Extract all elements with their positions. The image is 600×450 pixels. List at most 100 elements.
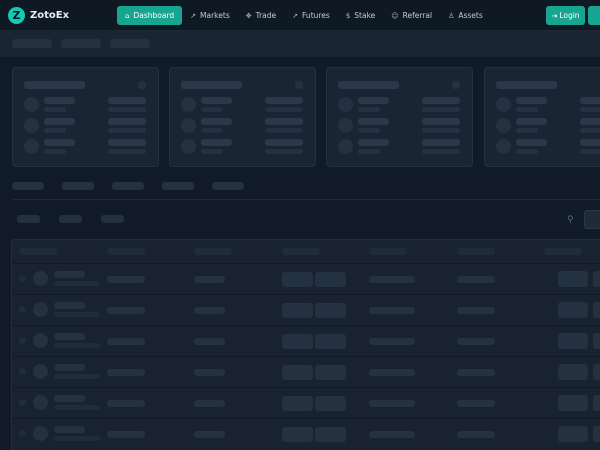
tabs-divider [12, 199, 600, 200]
skeleton-coin-icon [33, 271, 48, 286]
skeleton-cell [457, 338, 495, 345]
users-icon: ☺ [391, 11, 399, 20]
skeleton-cell [194, 338, 225, 345]
nav-item-referral[interactable]: ☺ Referral [383, 6, 440, 25]
nav-item-markets[interactable]: ↗ Markets [182, 6, 238, 25]
nav-label: Dashboard [133, 11, 175, 20]
skeleton-chart [282, 334, 313, 349]
skeleton-text [201, 97, 232, 104]
skeleton-favorite-icon[interactable] [19, 275, 26, 282]
skeleton-favorite-icon[interactable] [19, 430, 26, 437]
skeleton-tab[interactable] [62, 182, 94, 190]
skeleton-chart [282, 272, 313, 287]
skeleton-text [422, 97, 460, 104]
skeleton-action-button[interactable] [558, 426, 588, 442]
skeleton-text [54, 374, 100, 379]
skeleton-card-title [496, 81, 557, 89]
skeleton-action-button[interactable] [593, 395, 600, 411]
skeleton-text [54, 395, 85, 402]
skeleton-chart [315, 365, 346, 380]
trend-icon: ↗ [292, 11, 299, 20]
skeleton-text [54, 436, 100, 441]
skeleton-column-header [457, 248, 495, 255]
skeleton-tab[interactable] [162, 182, 194, 190]
skeleton-text [358, 149, 380, 154]
skeleton-cell [194, 369, 225, 376]
skeleton-column-header [282, 248, 320, 255]
nav-item-futures[interactable]: ↗ Futures [284, 6, 338, 25]
skeleton-action-button[interactable] [593, 302, 600, 318]
skeleton-cell [107, 431, 145, 438]
skeleton-text [265, 118, 303, 125]
skeleton-text [516, 149, 538, 154]
skeleton-cell [194, 307, 225, 314]
skeleton-cell [107, 400, 145, 407]
nav-item-assets[interactable]: ♙ Assets [440, 6, 491, 25]
skeleton-text [108, 97, 146, 104]
skeleton-filter[interactable] [59, 215, 82, 223]
skeleton-text [54, 405, 100, 410]
skeleton-avatar [24, 118, 39, 133]
skeleton-text [358, 118, 389, 125]
filter-button[interactable] [584, 210, 600, 229]
skeleton-icon [295, 81, 303, 89]
skeleton-text [54, 343, 100, 348]
skeleton-text [54, 271, 85, 278]
skeleton-text [580, 128, 600, 133]
skeleton-cell [457, 307, 495, 314]
nav-item-stake[interactable]: $ Stake [338, 6, 383, 25]
skeleton-tab[interactable] [12, 182, 44, 190]
home-icon: ⌂ [125, 11, 130, 20]
nav-label: Markets [200, 11, 230, 20]
skeleton-text [516, 139, 547, 146]
skeleton-text [580, 97, 600, 104]
skeleton-action-button[interactable] [593, 333, 600, 349]
skeleton-coin-icon [33, 364, 48, 379]
skeleton-cell [107, 338, 145, 345]
brand-logo[interactable]: Z ZotoEx [8, 7, 69, 24]
search-icon[interactable]: ⚲ [567, 214, 574, 225]
skeleton-avatar [496, 139, 511, 154]
logo-icon: Z [8, 7, 25, 24]
skeleton-filter[interactable] [17, 215, 40, 223]
skeleton-action-button[interactable] [558, 302, 588, 318]
skeleton-action-button[interactable] [593, 271, 600, 287]
menu-button[interactable] [588, 6, 600, 25]
skeleton-action-button[interactable] [593, 364, 600, 380]
skeleton-chart [315, 334, 346, 349]
skeleton-tab[interactable] [112, 182, 144, 190]
skeleton-breadcrumb [110, 39, 150, 48]
skeleton-action-button[interactable] [558, 364, 588, 380]
skeleton-text [580, 149, 600, 154]
skeleton-favorite-icon[interactable] [19, 368, 26, 375]
skeleton-chart [315, 427, 346, 442]
skeleton-chart [315, 396, 346, 411]
nav-item-trade[interactable]: ✥ Trade [238, 6, 284, 25]
summary-card [12, 67, 159, 167]
skeleton-action-button[interactable] [558, 271, 588, 287]
skeleton-action-button[interactable] [558, 395, 588, 411]
skeleton-cell [194, 276, 225, 283]
nav-item-dashboard[interactable]: ⌂ Dashboard [117, 6, 183, 25]
skeleton-breadcrumb [61, 39, 101, 48]
skeleton-chart [282, 396, 313, 411]
skeleton-cell [369, 431, 415, 438]
skeleton-avatar [24, 97, 39, 112]
skeleton-favorite-icon[interactable] [19, 306, 26, 313]
skeleton-action-button[interactable] [558, 333, 588, 349]
skeleton-filter[interactable] [101, 215, 124, 223]
login-button[interactable]: ⇥ Login [546, 6, 585, 25]
dollar-icon: $ [345, 11, 351, 20]
skeleton-action-button[interactable] [593, 426, 600, 442]
sub-toolbar [0, 31, 600, 57]
skeleton-favorite-icon[interactable] [19, 337, 26, 344]
summary-card [169, 67, 316, 167]
skeleton-cell [194, 400, 225, 407]
skeleton-favorite-icon[interactable] [19, 399, 26, 406]
skeleton-text [265, 139, 303, 146]
skeleton-text [108, 118, 146, 125]
skeleton-tab[interactable] [212, 182, 244, 190]
skeleton-cell [457, 431, 495, 438]
skeleton-avatar [181, 139, 196, 154]
skeleton-text [44, 107, 66, 112]
